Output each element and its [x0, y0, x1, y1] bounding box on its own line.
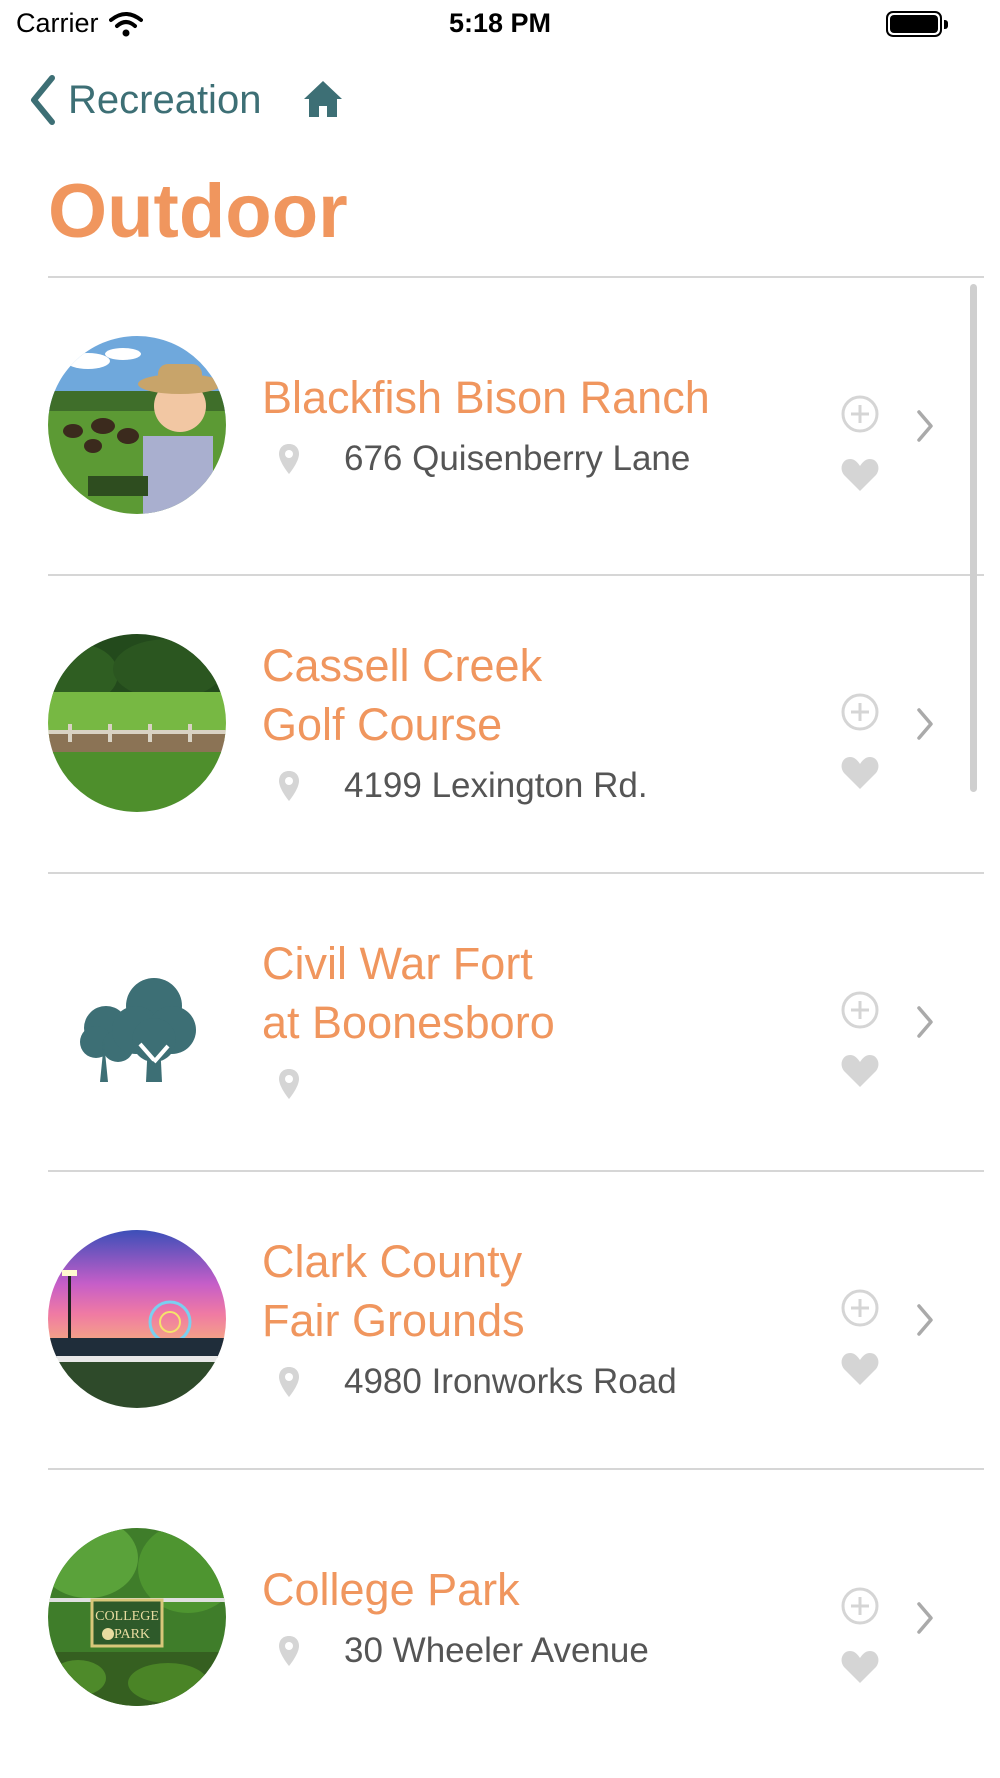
- place-address: 676 Quisenberry Lane: [262, 433, 822, 485]
- svg-text:COLLEGE: COLLEGE: [95, 1609, 159, 1624]
- place-address: 4199 Lexington Rd.: [262, 760, 822, 812]
- place-name: Clark County Fair Grounds: [262, 1236, 525, 1346]
- heart-icon[interactable]: [840, 1052, 880, 1088]
- status-bar: Carrier 5:18 PM: [0, 0, 1000, 50]
- chevron-right-icon: [917, 1006, 933, 1038]
- home-icon[interactable]: [302, 78, 344, 120]
- heart-icon[interactable]: [840, 754, 880, 790]
- location-pin-icon: [279, 1069, 299, 1099]
- heart-icon[interactable]: [840, 1350, 880, 1386]
- back-button[interactable]: Recreation: [28, 74, 261, 126]
- battery-icon: [886, 11, 948, 37]
- chevron-right-icon: [917, 1602, 933, 1634]
- list-item-actions: [838, 1470, 882, 1766]
- list-item-info: Civil War Fort at Boonesboro: [262, 874, 822, 1170]
- add-circle-icon[interactable]: [840, 1288, 880, 1328]
- list-item-info: Clark County Fair Grounds 4980 Ironworks…: [262, 1172, 822, 1468]
- place-photo-fair-grounds: [48, 1230, 226, 1408]
- place-address: 30 Wheeler Avenue: [262, 1625, 822, 1677]
- place-name: Cassell Creek Golf Course: [262, 640, 543, 750]
- add-circle-icon[interactable]: [840, 990, 880, 1030]
- back-button-label: Recreation: [68, 77, 262, 122]
- place-photo-college-park: COLLEGE PARK: [48, 1528, 226, 1706]
- place-photo-placeholder: [48, 932, 226, 1110]
- place-name: Blackfish Bison Ranch: [262, 371, 710, 423]
- list-item-info: College Park 30 Wheeler Avenue: [262, 1470, 822, 1766]
- list-item[interactable]: Clark County Fair Grounds 4980 Ironworks…: [48, 1172, 984, 1468]
- place-name: College Park: [262, 1563, 520, 1615]
- place-photo-golf-course: [48, 634, 226, 812]
- chevron-right-icon: [917, 708, 933, 740]
- trees-icon: [48, 932, 226, 1110]
- list-item[interactable]: COLLEGE PARK College Park 30 Wheeler Ave…: [48, 1470, 984, 1766]
- location-pin-icon: [279, 1367, 299, 1397]
- list-item-actions: [838, 1172, 882, 1468]
- heart-icon[interactable]: [840, 456, 880, 492]
- add-circle-icon[interactable]: [840, 692, 880, 732]
- place-address-text: 4980 Ironworks Road: [344, 1362, 677, 1401]
- location-pin-icon: [279, 443, 299, 474]
- add-circle-icon[interactable]: [840, 1586, 880, 1626]
- chevron-right-icon: [917, 410, 933, 442]
- page-title: Outdoor: [48, 169, 348, 254]
- place-address: [262, 1058, 822, 1110]
- list-item-actions: [838, 576, 882, 872]
- place-address-text: 4199 Lexington Rd.: [344, 766, 648, 805]
- place-name: Civil War Fort at Boonesboro: [262, 938, 555, 1048]
- location-pin-icon: [279, 771, 299, 801]
- list-item-info: Cassell Creek Golf Course 4199 Lexington…: [262, 576, 822, 872]
- place-address-text: 30 Wheeler Avenue: [344, 1630, 649, 1670]
- list-item[interactable]: Blackfish Bison Ranch 676 Quisenberry La…: [48, 278, 984, 574]
- add-circle-icon[interactable]: [840, 394, 880, 434]
- svg-text:PARK: PARK: [114, 1627, 150, 1642]
- list-item-actions: [838, 278, 882, 574]
- chevron-right-icon: [917, 1304, 933, 1336]
- location-pin-icon: [279, 1635, 299, 1666]
- place-photo-bison-ranch: [48, 336, 226, 514]
- heart-icon[interactable]: [840, 1648, 880, 1684]
- scrollbar[interactable]: [970, 284, 977, 792]
- status-time: 5:18 PM: [448, 8, 552, 38]
- list-item[interactable]: Civil War Fort at Boonesboro: [48, 874, 984, 1170]
- list-item-actions: [838, 874, 882, 1170]
- list-item-info: Blackfish Bison Ranch 676 Quisenberry La…: [262, 278, 822, 574]
- place-address-text: 676 Quisenberry Lane: [344, 438, 691, 478]
- chevron-left-icon: [31, 75, 55, 125]
- place-address: 4980 Ironworks Road: [262, 1356, 822, 1408]
- list-item[interactable]: Cassell Creek Golf Course 4199 Lexington…: [48, 576, 984, 872]
- navigation-bar: Recreation: [0, 70, 1000, 134]
- place-list: Blackfish Bison Ranch 676 Quisenberry La…: [48, 276, 984, 1766]
